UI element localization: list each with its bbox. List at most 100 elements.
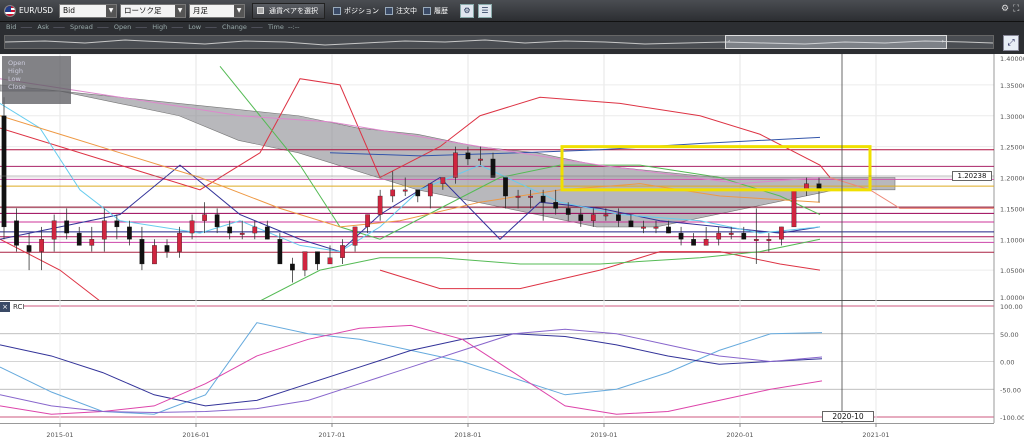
rci-chart[interactable]: 100.00 50.00 0.00 -50.00 -100.00 xyxy=(0,300,1024,423)
candle-body xyxy=(478,158,483,161)
candle-body xyxy=(603,214,609,217)
chart-style-value: ローソク足 xyxy=(124,6,162,15)
candle-body xyxy=(64,220,70,234)
x-tick-label: 2018-01 xyxy=(454,431,481,439)
chart-style-select[interactable]: ローソク足 ▼ xyxy=(120,3,186,18)
candle-body xyxy=(189,220,195,234)
positions-label: ポジション xyxy=(344,6,379,15)
candle-body xyxy=(390,189,396,197)
candle-body xyxy=(678,232,684,240)
period-value: 月足 xyxy=(193,6,208,15)
candle-body xyxy=(565,208,571,215)
history-label: 履歴 xyxy=(434,6,448,15)
ohlc-tooltip: Open High Low Close xyxy=(2,56,71,104)
y-tick-label: 1.40000 xyxy=(1000,55,1024,63)
candle-body xyxy=(127,226,132,240)
legend-dash: —— xyxy=(250,23,263,31)
candle-body xyxy=(653,226,659,229)
candle-body xyxy=(377,195,383,215)
rci-tick-label: 0.00 xyxy=(1000,359,1014,367)
ohlc-close-label: Close xyxy=(8,83,26,91)
candle-body xyxy=(641,226,646,229)
legend-dash: —— xyxy=(96,23,109,31)
navigator-range-handle[interactable]: ‹ › xyxy=(725,35,947,49)
candle-body xyxy=(101,220,107,240)
positions-checkbox[interactable]: ポジション xyxy=(333,6,379,16)
quote-legend: Bid —— Ask —— Spread —— Open —— High —— Low ——… xyxy=(0,22,1024,32)
candle-body xyxy=(753,239,759,241)
candle-body xyxy=(427,183,433,197)
gear-icon[interactable]: ⚙ xyxy=(1001,4,1009,14)
close-icon[interactable]: × xyxy=(0,301,10,312)
candle-body xyxy=(590,214,596,221)
range-left-arrow-icon[interactable]: ‹ xyxy=(728,38,730,45)
checkbox-box[interactable] xyxy=(333,6,341,15)
y-tick-label: 1.20000 xyxy=(1000,175,1024,183)
candle-body xyxy=(553,202,559,209)
candle-body xyxy=(252,226,258,234)
candle-body xyxy=(214,214,220,228)
candle-body xyxy=(465,152,471,160)
indicator-list-icon[interactable]: ☰ xyxy=(478,3,492,18)
candle-body xyxy=(202,214,207,221)
candle-body xyxy=(239,232,245,235)
rci-tick-label: 100.00 xyxy=(1000,303,1023,311)
candle-body xyxy=(277,239,283,265)
y-tick-label: 1.35000 xyxy=(1000,82,1024,90)
legend-item: High xyxy=(152,23,168,31)
chart-settings-icon[interactable]: ⚙ xyxy=(460,3,474,18)
candle-body xyxy=(327,257,333,265)
price-type-value: Bid xyxy=(63,6,75,15)
candle-body xyxy=(503,177,508,197)
zoom-reset-icon[interactable]: ⤢ xyxy=(1003,35,1019,51)
candle-body xyxy=(365,214,370,228)
candle-body xyxy=(741,232,747,240)
candle-body xyxy=(302,251,308,271)
legend-item: Open xyxy=(113,23,132,31)
candle-body xyxy=(290,263,295,271)
legend-dash: —— xyxy=(171,23,183,31)
rci-title: RCI xyxy=(13,302,25,311)
candle-body xyxy=(490,158,496,178)
period-select[interactable]: 月足 ▼ xyxy=(189,3,245,18)
eur-usd-flag-icon xyxy=(4,4,16,17)
cursor-date-tag: 2020-10 xyxy=(822,411,874,422)
range-right-arrow-icon[interactable]: › xyxy=(942,38,944,45)
navigator-strip: ‹ › ⤢ xyxy=(0,32,1024,54)
price-type-select[interactable]: Bid ▼ xyxy=(59,3,117,18)
checkbox-box[interactable] xyxy=(385,6,393,15)
price-chart[interactable]: 1.40000 1.35000 1.30000 1.25000 1.20000 1.150… xyxy=(0,54,1024,301)
legend-item: Time xyxy=(267,23,284,31)
candle-body xyxy=(691,239,696,246)
x-tick-label: 2021-01 xyxy=(862,431,889,439)
orders-label: 注文中 xyxy=(396,6,417,15)
checkbox-box[interactable] xyxy=(423,6,431,15)
y-tick-label: 1.05000 xyxy=(1000,267,1024,275)
orders-checkbox[interactable]: 注文中 xyxy=(385,6,417,16)
y-tick-label: 1.25000 xyxy=(1000,144,1024,152)
fullscreen-icon[interactable]: ⛶ xyxy=(1013,4,1019,14)
rci-header: × RCI xyxy=(0,301,25,312)
legend-item: Spread xyxy=(70,23,93,31)
rci-tick-label: 50.00 xyxy=(1000,331,1019,339)
select-pair-button[interactable]: 通貨ペアを選択 xyxy=(252,2,325,19)
candle-body xyxy=(578,214,584,221)
history-checkbox[interactable]: 履歴 xyxy=(423,6,448,16)
candle-body xyxy=(352,226,358,246)
symbol-label: EUR/USD xyxy=(19,6,53,15)
chevron-down-icon: ▼ xyxy=(106,4,116,17)
ohlc-low-label: Low xyxy=(8,75,21,83)
rci-tick-label: -50.00 xyxy=(1000,386,1021,394)
candle-body xyxy=(76,232,82,246)
ohlc-open-label: Open xyxy=(8,59,26,67)
candle-body xyxy=(415,189,421,197)
time-axis: 2015-01 2016-01 2017-01 2018-01 2019-01 2020-… xyxy=(0,423,1024,440)
candle-body xyxy=(728,232,734,235)
candle-body xyxy=(628,220,634,228)
legend-time-value: --:-- xyxy=(287,23,300,31)
candle-body xyxy=(264,226,270,240)
candle-body xyxy=(315,251,320,265)
last-price-tag: 1.20238 xyxy=(952,171,992,181)
candle-body xyxy=(791,189,797,228)
candle-body xyxy=(114,220,120,228)
